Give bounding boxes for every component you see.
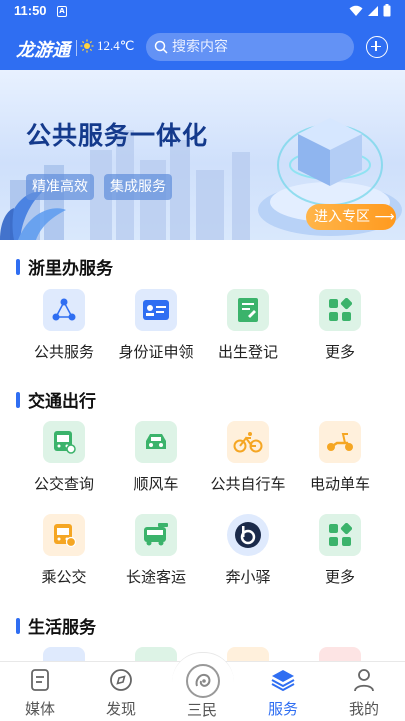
service-item[interactable]: 电动单车: [294, 421, 386, 494]
battery-icon: [383, 4, 391, 17]
person-icon: [354, 669, 374, 692]
system-icons: [349, 4, 391, 17]
service-label: 公交查询: [33, 475, 94, 493]
service-item[interactable]: 奔小驿: [202, 514, 294, 587]
nav-item-sanmin[interactable]: 三民: [172, 697, 232, 720]
app-header: 11:50 A 龙游通 12.4℃: [0, 0, 405, 70]
nav-item-discover[interactable]: 发现: [91, 668, 151, 719]
service-item[interactable]: 公共服务: [18, 289, 110, 362]
enter-zone-label: 进入专区: [314, 209, 370, 225]
register-icon: [227, 289, 269, 331]
search-input[interactable]: [172, 39, 342, 55]
service-item[interactable]: 更多: [294, 514, 386, 587]
service-label: 身份证申领: [118, 343, 194, 361]
service-label: 公共自行车: [210, 475, 286, 493]
carpool-icon: [135, 421, 177, 463]
status-time: 11:50: [14, 3, 47, 18]
nav-item-mine[interactable]: 我的: [334, 668, 394, 719]
signal-icon: [368, 5, 378, 16]
service-label: 顺风车: [133, 475, 179, 493]
service-label: 乘公交: [41, 568, 87, 586]
service-item[interactable]: 公共自行车: [202, 421, 294, 494]
service-label: 电动单车: [309, 475, 370, 493]
service-label: 更多: [324, 568, 355, 586]
app-logo[interactable]: 龙游通: [16, 36, 70, 62]
network-icon: [43, 289, 85, 331]
service-item[interactable]: 身份证申领: [110, 289, 202, 362]
service-label: 公共服务: [33, 343, 94, 361]
enter-zone-button[interactable]: 进入专区 ⟶: [306, 204, 396, 230]
coach-icon: [135, 514, 177, 556]
banner-title: 公共服务一体化: [26, 121, 209, 150]
layers-icon: [271, 670, 295, 692]
nav-label: 服务: [267, 700, 298, 718]
section-marker: [16, 617, 20, 634]
banner-tag: 精准高效: [26, 174, 94, 200]
search-icon: [154, 40, 168, 54]
section-header-life: 生活服务: [16, 613, 96, 638]
weather-widget[interactable]: 12.4℃: [80, 38, 134, 54]
status-bar: 11:50 A: [0, 0, 405, 24]
notification-icon: A: [57, 6, 67, 17]
weather-temp: 12.4℃: [97, 38, 135, 53]
promo-banner[interactable]: 公共服务一体化 精准高效 集成服务 进入专区 ⟶: [0, 70, 405, 240]
service-item[interactable]: 顺风车: [110, 421, 202, 494]
nav-item-service[interactable]: 服务: [253, 668, 313, 719]
section-title: 生活服务: [28, 618, 96, 638]
id-card-icon: [135, 289, 177, 331]
top-bar: 龙游通 12.4℃: [0, 28, 405, 68]
sun-icon: [80, 39, 94, 53]
service-item[interactable]: 长途客运: [110, 514, 202, 587]
service-label: 出生登记: [217, 343, 278, 361]
benxiaoyi-icon: [227, 514, 269, 556]
service-label: 长途客运: [125, 568, 186, 586]
bus-pay-icon: [43, 514, 85, 556]
search-bar[interactable]: [146, 33, 354, 61]
section-marker: [16, 391, 20, 408]
service-item[interactable]: 更多: [294, 289, 386, 362]
bicycle-icon: [227, 421, 269, 463]
add-icon[interactable]: [366, 36, 388, 58]
more-grid-icon: [319, 514, 361, 556]
nav-label: 我的: [348, 700, 379, 718]
service-label: 更多: [324, 343, 355, 361]
sanmin-icon[interactable]: [186, 664, 220, 698]
more-grid-icon: [319, 289, 361, 331]
nav-label: 媒体: [24, 700, 55, 718]
nav-label: 发现: [105, 700, 136, 718]
arrow-right-icon: ⟶: [374, 209, 395, 225]
document-icon: [31, 669, 49, 691]
service-label: 奔小驿: [225, 568, 271, 586]
divider: [76, 40, 77, 56]
nav-label: 三民: [186, 701, 217, 719]
section-title: 交通出行: [28, 392, 96, 412]
banner-tag: 集成服务: [104, 174, 172, 200]
section-header-zheli: 浙里办服务: [16, 254, 113, 279]
bus-search-icon: [43, 421, 85, 463]
scooter-icon: [319, 421, 361, 463]
wifi-icon: [349, 5, 363, 16]
service-item[interactable]: 乘公交: [18, 514, 110, 587]
service-item[interactable]: 公交查询: [18, 421, 110, 494]
service-item[interactable]: 出生登记: [202, 289, 294, 362]
compass-icon: [110, 669, 132, 691]
nav-item-media[interactable]: 媒体: [10, 668, 70, 719]
section-marker: [16, 258, 20, 275]
section-header-traffic: 交通出行: [16, 387, 96, 412]
section-title: 浙里办服务: [28, 259, 113, 279]
